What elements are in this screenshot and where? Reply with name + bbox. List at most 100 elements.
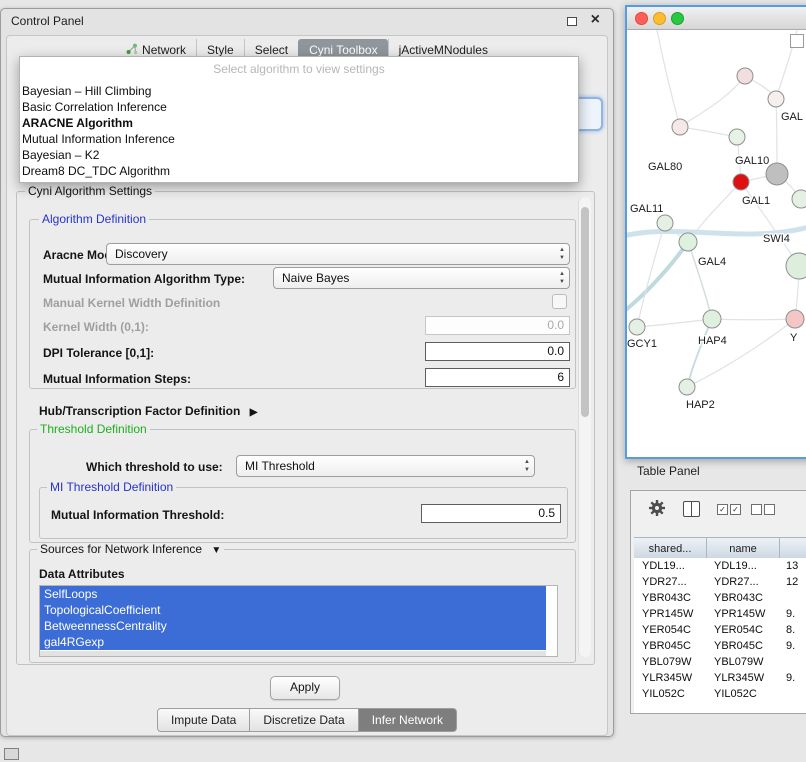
stepper-icon[interactable]: ▲▼: [559, 270, 565, 286]
which-threshold-combo[interactable]: MI Threshold ▲▼: [236, 455, 535, 477]
zoom-traffic-light[interactable]: [671, 12, 684, 25]
column-header[interactable]: shared...: [634, 538, 707, 559]
column-header[interactable]: name: [707, 538, 780, 559]
network-node[interactable]: [703, 310, 721, 328]
network-edge[interactable]: [680, 127, 737, 137]
mi-steps-field[interactable]: 6: [425, 368, 570, 387]
sources-toggle[interactable]: Sources for Network Inference ▼: [37, 543, 224, 557]
network-node[interactable]: [679, 379, 695, 395]
network-edge[interactable]: [637, 319, 712, 327]
threshold-title: Threshold Definition: [37, 423, 150, 436]
minimize-traffic-light[interactable]: [653, 12, 666, 25]
network-edge[interactable]: [687, 319, 795, 387]
stepper-icon[interactable]: ▲▼: [524, 458, 530, 474]
close-icon[interactable]: ×: [591, 11, 600, 29]
table-row[interactable]: YLR345WYLR345W9.: [634, 670, 806, 686]
kernel-width-field[interactable]: 0.0: [425, 316, 570, 335]
network-graph[interactable]: GALGAL80GAL10GAL11GAL1SWI4GAL4GCY1HAP4YH…: [627, 30, 806, 456]
bottom-tab-infer-network[interactable]: Infer Network: [359, 708, 457, 732]
algorithm-option[interactable]: Basic Correlation Inference: [20, 99, 578, 115]
network-node[interactable]: [679, 233, 697, 251]
algorithm-option[interactable]: Mutual Information Inference: [20, 131, 578, 147]
table-cell: YDL19...: [634, 558, 706, 574]
tab-label: Cyni Toolbox: [309, 43, 377, 57]
algorithm-option[interactable]: ARACNE Algorithm: [20, 115, 578, 131]
network-node[interactable]: [729, 129, 745, 145]
network-node[interactable]: [792, 190, 806, 208]
manual-kernel-checkbox[interactable]: [552, 294, 567, 309]
network-edge[interactable]: [680, 76, 745, 127]
table-header-row[interactable]: shared...name: [634, 537, 806, 560]
table-row[interactable]: YBL079WYBL079W: [634, 654, 806, 670]
mi-type-combo[interactable]: Naive Bayes ▲▼: [273, 267, 570, 289]
settings-scrollbar[interactable]: [578, 197, 591, 657]
table-row[interactable]: YDL19...YDL19...13: [634, 558, 806, 574]
attribute-list-item[interactable]: SelfLoops: [40, 586, 546, 602]
panel-toggle-icon[interactable]: [4, 748, 19, 760]
manual-kernel-label: Manual Kernel Width Definition: [43, 296, 220, 310]
network-canvas[interactable]: GALGAL80GAL10GAL11GAL1SWI4GAL4GCY1HAP4YH…: [627, 30, 806, 457]
network-node[interactable]: [672, 119, 688, 135]
bottom-tab-impute-data[interactable]: Impute Data: [157, 708, 250, 732]
apply-button[interactable]: Apply: [270, 676, 340, 700]
select-all-icon[interactable]: ✓ ✓: [717, 504, 741, 515]
table-row[interactable]: YDR27...YDR27...12: [634, 574, 806, 590]
node-label: SWI4: [763, 233, 790, 245]
algorithm-option[interactable]: Bayesian – K2: [20, 147, 578, 163]
aracne-mode-combo[interactable]: Discovery ▲▼: [106, 243, 570, 265]
unchecked-box-icon: [764, 504, 775, 515]
hub-definition-toggle[interactable]: Hub/Transcription Factor Definition ▶: [39, 404, 257, 418]
attribute-list-item[interactable]: BetweennessCentrality: [40, 618, 546, 634]
network-edge[interactable]: [712, 319, 795, 320]
table-cell: YDR27...: [706, 574, 778, 590]
table-row[interactable]: YER054CYER054C8.: [634, 622, 806, 638]
table-cell: YLR345W: [706, 670, 778, 686]
network-edge[interactable]: [657, 30, 680, 127]
mi-type-value: Naive Bayes: [282, 271, 349, 285]
close-traffic-light[interactable]: [635, 12, 648, 25]
network-edge[interactable]: [627, 242, 688, 312]
network-node[interactable]: [786, 253, 806, 279]
network-view-window[interactable]: GALGAL80GAL10GAL11GAL1SWI4GAL4GCY1HAP4YH…: [625, 5, 806, 459]
table-row[interactable]: YBR045CYBR045C9.: [634, 638, 806, 654]
bottom-tab-discretize-data[interactable]: Discretize Data: [250, 708, 358, 732]
table-cell: 12: [778, 574, 806, 590]
algorithm-option[interactable]: Bayesian – Hill Climbing: [20, 83, 578, 99]
network-node[interactable]: [766, 163, 788, 185]
window-title: Control Panel: [11, 14, 84, 28]
gear-icon[interactable]: [647, 498, 667, 518]
table-row[interactable]: YPR145WYPR145W9.: [634, 606, 806, 622]
scrollbar-thumb[interactable]: [581, 207, 589, 417]
network-node[interactable]: [768, 91, 784, 107]
hub-definition-label: Hub/Transcription Factor Definition: [39, 404, 240, 418]
data-attributes-list[interactable]: SelfLoopsTopologicalCoefficientBetweenne…: [39, 585, 558, 657]
stepper-icon[interactable]: ▲▼: [559, 246, 565, 262]
kernel-width-label: Kernel Width (0,1):: [43, 320, 149, 334]
deselect-all-icon[interactable]: [751, 504, 775, 515]
table-cell: 9.: [778, 638, 806, 654]
network-node[interactable]: [737, 68, 753, 84]
node-label: GAL1: [742, 195, 770, 207]
attribute-list-item[interactable]: TopologicalCoefficient: [40, 602, 546, 618]
network-edge[interactable]: [688, 242, 712, 319]
network-node[interactable]: [786, 310, 804, 328]
algorithm-placeholder: Select algorithm to view settings: [20, 57, 578, 83]
table-row[interactable]: YBR043CYBR043C: [634, 590, 806, 606]
mi-threshold-field[interactable]: 0.5: [421, 504, 561, 523]
list-scrollbar[interactable]: [40, 651, 546, 656]
attribute-list-item[interactable]: gal4RGexp: [40, 634, 546, 650]
network-node[interactable]: [733, 174, 749, 190]
table-row[interactable]: YIL052CYIL052C: [634, 686, 806, 702]
float-panel-icon[interactable]: [567, 17, 577, 26]
dpi-tolerance-field[interactable]: 0.0: [425, 342, 570, 361]
algorithm-option[interactable]: Dream8 DC_TDC Algorithm: [20, 163, 578, 179]
columns-icon[interactable]: [683, 501, 700, 517]
cyni-settings-title: Cyni Algorithm Settings: [25, 185, 155, 198]
network-node[interactable]: [657, 215, 673, 231]
birdseye-toggle[interactable]: [790, 34, 804, 48]
table-cell: YBR043C: [706, 590, 778, 606]
node-label: GAL10: [735, 155, 769, 167]
network-window-titlebar[interactable]: [627, 7, 806, 30]
column-header[interactable]: [780, 538, 806, 559]
network-node[interactable]: [629, 319, 645, 335]
